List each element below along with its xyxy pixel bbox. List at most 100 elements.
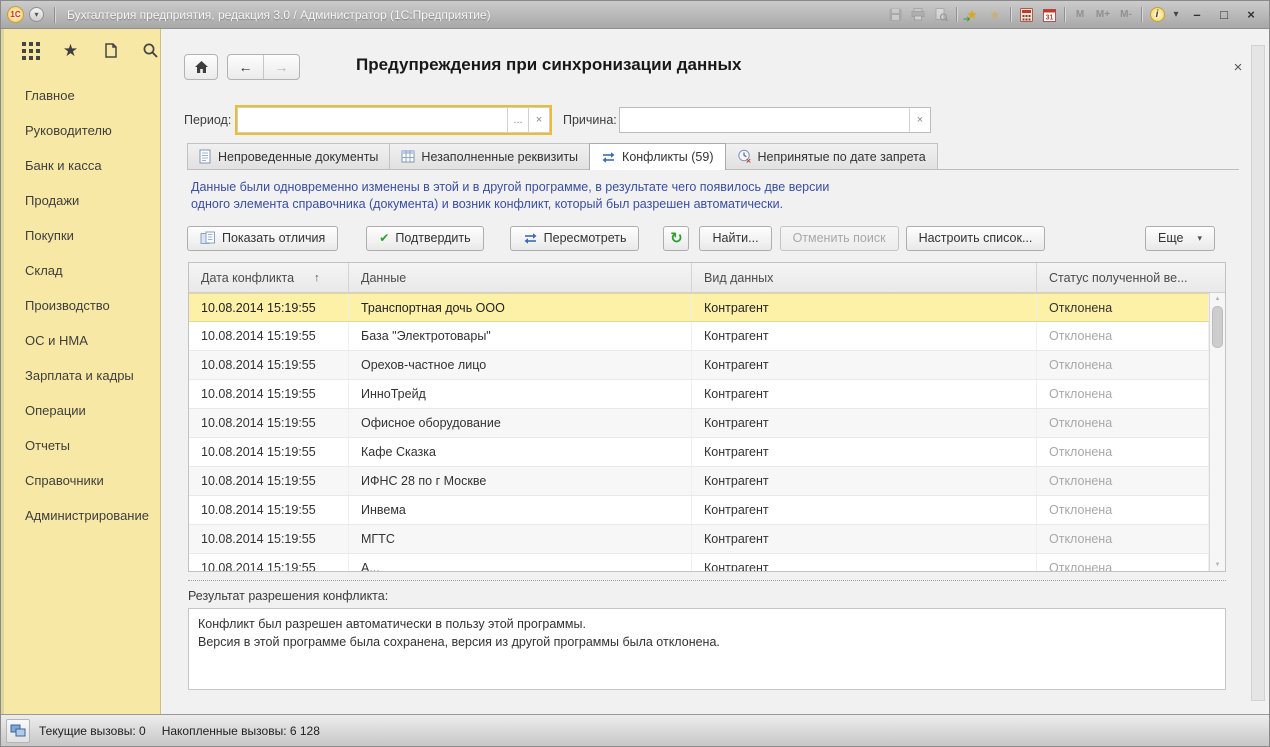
tab-bar: Непроведенные документы Незаполненные ре… bbox=[187, 143, 1239, 170]
memory-icon: M bbox=[1070, 5, 1090, 25]
info-icon[interactable]: i bbox=[1147, 5, 1167, 25]
search-icon[interactable] bbox=[141, 41, 160, 60]
period-clear-button[interactable]: × bbox=[528, 108, 549, 132]
sidebar-item[interactable]: Главное bbox=[1, 78, 160, 113]
performance-indicator-button[interactable] bbox=[6, 719, 30, 743]
history-icon[interactable] bbox=[101, 41, 120, 60]
sidebar-item[interactable]: Руководителю bbox=[1, 113, 160, 148]
sidebar-item[interactable]: Продажи bbox=[1, 183, 160, 218]
favorites-star-icon[interactable]: ★ bbox=[61, 41, 80, 60]
sidebar-item[interactable]: Администрирование bbox=[1, 498, 160, 533]
sidebar-item-label: Главное bbox=[25, 88, 75, 103]
sidebar-toolbar: ★ bbox=[1, 29, 160, 68]
result-label: Результат разрешения конфликта: bbox=[188, 589, 388, 603]
sidebar-item[interactable]: Банк и касса bbox=[1, 148, 160, 183]
back-button[interactable]: ← bbox=[228, 55, 264, 79]
reason-clear-button[interactable]: × bbox=[909, 108, 930, 132]
current-calls: Текущие вызовы: 0 bbox=[39, 724, 146, 738]
home-button[interactable] bbox=[184, 54, 218, 80]
filter-row: Период: ... × Причина: × bbox=[161, 107, 1270, 137]
statusbar: Текущие вызовы: 0 Накопленные вызовы: 6 … bbox=[1, 714, 1269, 746]
table-row[interactable]: 10.08.2014 15:19:55 Офисное оборудование… bbox=[189, 409, 1209, 438]
tab-label: Непринятые по дате запрета bbox=[758, 150, 926, 164]
cell-data: ИФНС 28 по г Москве bbox=[349, 467, 692, 495]
accumulated-calls: Накопленные вызовы: 6 128 bbox=[162, 724, 320, 738]
sidebar-menu: Главное Руководителю Банк и кассаПродажиПо… bbox=[1, 68, 160, 533]
app-logo-icon[interactable]: 1С bbox=[7, 6, 24, 23]
reason-input[interactable] bbox=[620, 108, 909, 132]
sidebar-item[interactable]: Операции bbox=[1, 393, 160, 428]
button-label: Показать отличия bbox=[222, 231, 325, 245]
form-scrollbar-groove[interactable] bbox=[1251, 45, 1265, 701]
table-row[interactable]: 10.08.2014 15:19:55 А... Контрагент Откл… bbox=[189, 554, 1209, 571]
tab-rejected-by-date[interactable]: × Непринятые по дате запрета bbox=[725, 143, 938, 169]
tab-conflicts[interactable]: Конфликты (59) bbox=[589, 143, 725, 170]
tab-unposted-documents[interactable]: Непроведенные документы bbox=[187, 143, 390, 169]
confirm-button[interactable]: ✔ Подтвердить bbox=[366, 226, 483, 251]
table-row[interactable]: 10.08.2014 15:19:55 Орехов-частное лицо … bbox=[189, 351, 1209, 380]
sidebar-item[interactable]: ОС и НМА bbox=[1, 323, 160, 358]
cell-kind: Контрагент bbox=[692, 496, 1037, 524]
find-button[interactable]: Найти... bbox=[699, 226, 771, 251]
forward-button[interactable]: → bbox=[264, 55, 299, 79]
add-favorite-icon[interactable]: ★➔ bbox=[962, 5, 982, 25]
tab-label: Конфликты (59) bbox=[622, 150, 713, 164]
show-differences-button[interactable]: Показать отличия bbox=[187, 226, 338, 251]
table-scrollbar[interactable]: ▲ ▼ bbox=[1209, 293, 1225, 571]
sidebar-item-label: Склад bbox=[25, 263, 63, 278]
sidebar: ★ Главное Руководителю Банк и кассаПродажи… bbox=[1, 29, 161, 716]
column-header-data[interactable]: Данные bbox=[349, 263, 692, 292]
home-icon bbox=[194, 60, 209, 74]
cell-data: Офисное оборудование bbox=[349, 409, 692, 437]
page-close-icon[interactable]: × bbox=[1227, 56, 1249, 78]
result-text-box[interactable]: Конфликт был разрешен автоматически в по… bbox=[188, 608, 1226, 690]
calculator-icon[interactable] bbox=[1016, 5, 1036, 25]
main-menu-dropdown-icon[interactable]: ▾ bbox=[29, 7, 44, 22]
period-ellipsis-button[interactable]: ... bbox=[507, 108, 528, 132]
sidebar-item[interactable]: Справочники bbox=[1, 463, 160, 498]
sections-menu-icon[interactable] bbox=[21, 41, 40, 60]
table-row[interactable]: 10.08.2014 15:19:55 Инвема Контрагент От… bbox=[189, 496, 1209, 525]
table-row[interactable]: 10.08.2014 15:19:55 МГТС Контрагент Откл… bbox=[189, 525, 1209, 554]
scroll-down-icon[interactable]: ▼ bbox=[1210, 562, 1225, 568]
info-dropdown-icon[interactable]: ▾ bbox=[1170, 5, 1182, 25]
table-grid-icon bbox=[401, 150, 415, 163]
column-header-date[interactable]: Дата конфликта ↑ bbox=[189, 263, 349, 292]
page-title: Предупреждения при синхронизации данных bbox=[356, 55, 742, 75]
maximize-button[interactable]: □ bbox=[1212, 5, 1236, 25]
more-button[interactable]: Еще ▾ bbox=[1145, 226, 1215, 251]
sidebar-item-label: Отчеты bbox=[25, 438, 70, 453]
table-row[interactable]: 10.08.2014 15:19:55 Транспортная дочь ОО… bbox=[189, 293, 1209, 322]
sidebar-item-label: Руководителю bbox=[25, 123, 112, 138]
sidebar-item[interactable]: Склад bbox=[1, 253, 160, 288]
sidebar-item[interactable]: Покупки bbox=[1, 218, 160, 253]
splitter[interactable] bbox=[188, 580, 1226, 581]
sidebar-item[interactable]: Зарплата и кадры bbox=[1, 358, 160, 393]
refresh-button[interactable]: ↻ bbox=[663, 226, 689, 251]
table-row[interactable]: 10.08.2014 15:19:55 Кафе Сказка Контраге… bbox=[189, 438, 1209, 467]
period-input[interactable] bbox=[238, 108, 507, 132]
cell-date: 10.08.2014 15:19:55 bbox=[189, 294, 349, 321]
scroll-up-icon[interactable]: ▲ bbox=[1210, 296, 1225, 302]
sync-arrows-icon bbox=[523, 232, 538, 245]
scrollbar-thumb[interactable] bbox=[1212, 306, 1223, 348]
column-header-status[interactable]: Статус полученной ве... bbox=[1037, 263, 1209, 292]
sidebar-item[interactable]: Отчеты bbox=[1, 428, 160, 463]
info-line: Данные были одновременно изменены в этой… bbox=[191, 179, 829, 196]
tab-unfilled-attributes[interactable]: Незаполненные реквизиты bbox=[389, 143, 590, 169]
calendar-icon[interactable]: 31 bbox=[1039, 5, 1059, 25]
table-row[interactable]: 10.08.2014 15:19:55 ИнноТрейд Контрагент… bbox=[189, 380, 1209, 409]
cell-data: Транспортная дочь ООО bbox=[349, 294, 692, 321]
table-row[interactable]: 10.08.2014 15:19:55 ИФНС 28 по г Москве … bbox=[189, 467, 1209, 496]
table-row[interactable]: 10.08.2014 15:19:55 База "Электротовары"… bbox=[189, 322, 1209, 351]
sidebar-item[interactable]: Производство bbox=[1, 288, 160, 323]
cell-status: Отклонена bbox=[1037, 525, 1209, 553]
column-header-kind[interactable]: Вид данных bbox=[692, 263, 1037, 292]
review-button[interactable]: Пересмотреть bbox=[510, 226, 640, 251]
table-body: 10.08.2014 15:19:55 Транспортная дочь ОО… bbox=[189, 293, 1209, 571]
configure-list-button[interactable]: Настроить список... bbox=[906, 226, 1046, 251]
close-button[interactable]: × bbox=[1239, 5, 1263, 25]
cell-data: Инвема bbox=[349, 496, 692, 524]
minimize-button[interactable]: – bbox=[1185, 5, 1209, 25]
cell-date: 10.08.2014 15:19:55 bbox=[189, 496, 349, 524]
